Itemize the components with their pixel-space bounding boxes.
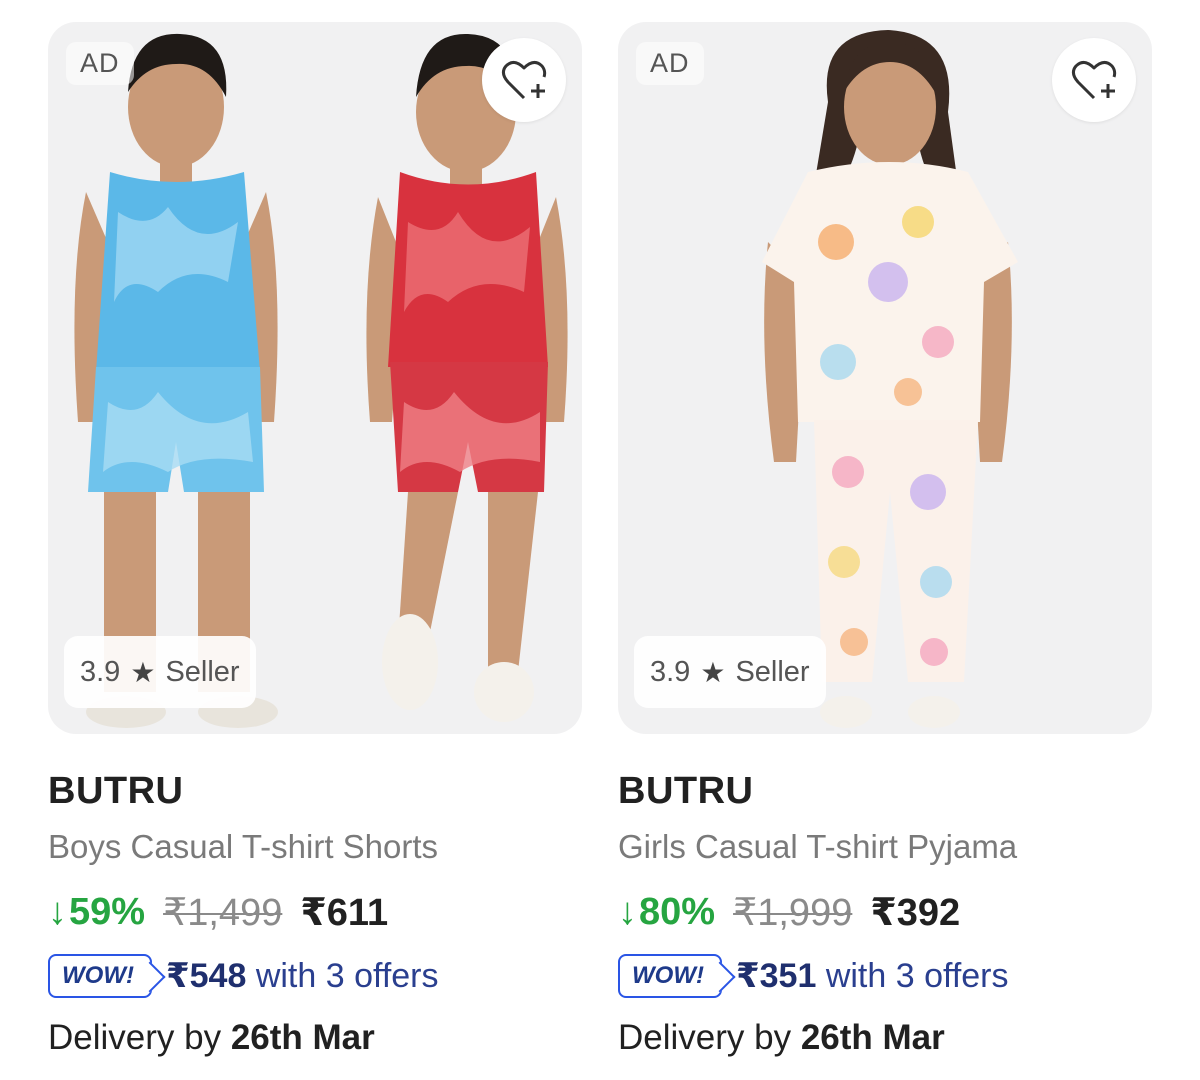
wow-offer-tag: WOW!: [618, 954, 722, 998]
delivery-info: Delivery by 26th Mar: [618, 1018, 945, 1058]
delivery-prefix: Delivery by: [618, 1018, 801, 1057]
ad-badge: AD: [636, 42, 704, 85]
wishlist-button[interactable]: [482, 38, 566, 122]
offer-text: ₹548 with 3 offers: [166, 956, 439, 996]
product-image[interactable]: AD 3.9 ★ Seller: [618, 22, 1152, 734]
product-card-girls[interactable]: AD 3.9 ★ Seller BUTRU Girls Casual T-shi…: [614, 0, 1154, 1080]
rating-value: 3.9: [80, 655, 121, 688]
discount-value: 80%: [639, 891, 716, 933]
delivery-prefix: Delivery by: [48, 1018, 231, 1057]
down-arrow-icon: ↓: [618, 891, 637, 933]
offer-row[interactable]: WOW! ₹351 with 3 offers: [618, 954, 1009, 998]
model-figure-red: [366, 33, 568, 722]
brand-name: BUTRU: [618, 770, 754, 812]
wishlist-button[interactable]: [1052, 38, 1136, 122]
discount-badge: ↓ 80%: [618, 891, 715, 934]
star-icon: ★: [130, 656, 156, 688]
discount-badge: ↓ 59%: [48, 891, 145, 934]
offer-suffix: with 3 offers: [825, 957, 1009, 995]
offer-row[interactable]: WOW! ₹548 with 3 offers: [48, 954, 439, 998]
discount-value: 59%: [69, 891, 146, 933]
seller-label: Seller: [735, 655, 810, 688]
seller-label: Seller: [165, 655, 240, 688]
heart-plus-icon: [501, 61, 547, 100]
wow-offer-tag: WOW!: [48, 954, 152, 998]
rating-badge: 3.9 ★ Seller: [634, 636, 826, 708]
down-arrow-icon: ↓: [48, 891, 67, 933]
offer-price: ₹548: [165, 957, 256, 995]
selling-price: ₹392: [870, 892, 961, 934]
original-price: ₹1,499: [163, 892, 283, 934]
selling-price: ₹611: [300, 892, 389, 934]
delivery-date: 26th Mar: [800, 1018, 945, 1057]
offer-price: ₹351: [735, 957, 826, 995]
model-figure-girl: [762, 30, 1018, 728]
original-price: ₹1,999: [733, 892, 853, 934]
heart-plus-icon: [1071, 61, 1117, 100]
rating-value: 3.9: [650, 655, 691, 688]
offer-text: ₹351 with 3 offers: [736, 956, 1009, 996]
product-title[interactable]: Girls Casual T-shirt Pyjama: [618, 828, 1017, 866]
brand-name: BUTRU: [48, 770, 184, 812]
offer-suffix: with 3 offers: [255, 957, 439, 995]
rating-badge: 3.9 ★ Seller: [64, 636, 256, 708]
price-row: ↓ 59% ₹1,499 ₹611: [48, 890, 388, 935]
delivery-date: 26th Mar: [230, 1018, 375, 1057]
product-title[interactable]: Boys Casual T-shirt Shorts: [48, 828, 438, 866]
star-icon: ★: [700, 656, 726, 688]
delivery-info: Delivery by 26th Mar: [48, 1018, 375, 1058]
model-figure-blue: [74, 33, 278, 728]
price-row: ↓ 80% ₹1,999 ₹392: [618, 890, 960, 935]
ad-badge: AD: [66, 42, 134, 85]
product-photo: [762, 30, 1018, 728]
product-image[interactable]: AD 3.9 ★ Seller: [48, 22, 582, 734]
product-card-boys[interactable]: AD 3.9 ★ Seller BUTRU Boys Casual T-shir…: [44, 0, 584, 1080]
product-photo: [74, 33, 568, 728]
